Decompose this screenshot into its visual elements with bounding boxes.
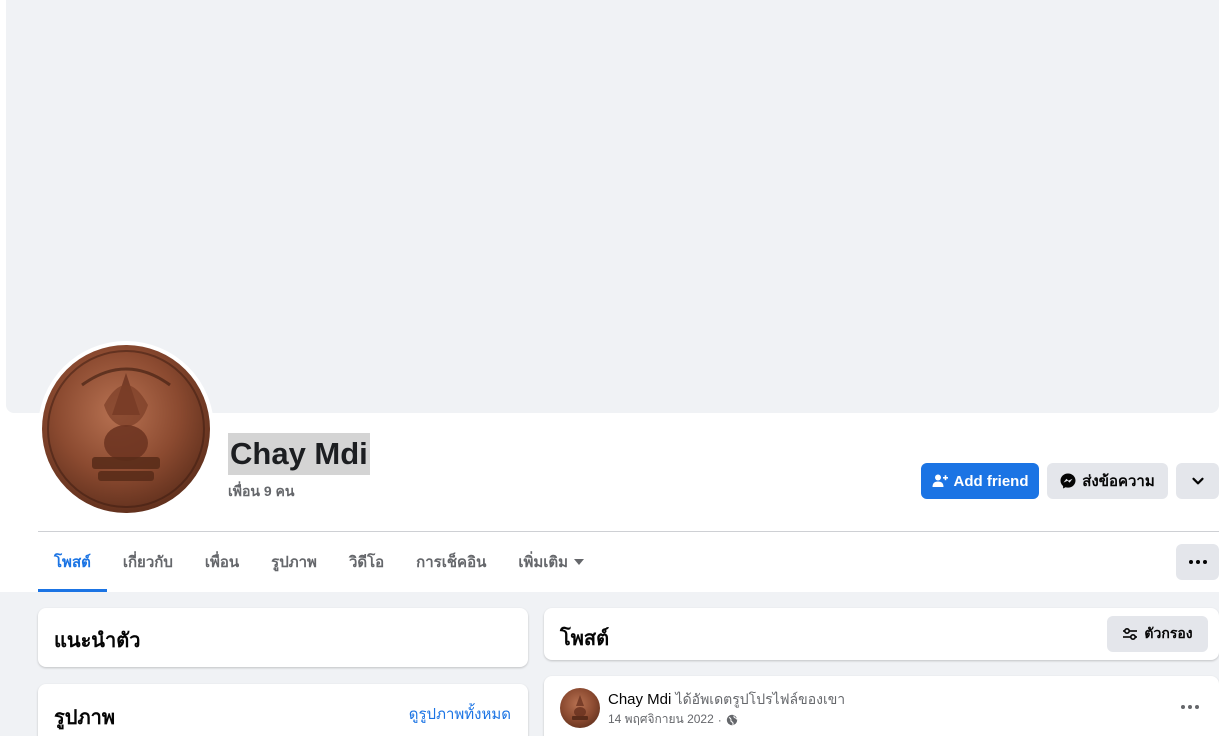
tab-friends[interactable]: เพื่อน xyxy=(189,532,255,592)
add-friend-icon xyxy=(932,474,948,487)
tab-label: เกี่ยวกับ xyxy=(122,554,173,571)
meta-separator: · xyxy=(717,712,722,727)
intro-card: แนะนำตัว xyxy=(38,608,528,667)
filter-icon xyxy=(1123,627,1138,641)
add-friend-button[interactable]: Add friend xyxy=(921,463,1039,499)
tab-about[interactable]: เกี่ยวกับ xyxy=(107,532,189,592)
more-dots-icon xyxy=(1181,705,1199,709)
tab-label: การเช็คอิน xyxy=(416,554,487,571)
posts-title: โพสต์ xyxy=(560,628,610,650)
post-header: Chay Mdi ได้อัพเดตรูปโปรไฟล์ของเขา xyxy=(608,689,845,711)
photos-card: รูปภาพ ดูรูปภาพทั้งหมด xyxy=(38,684,528,736)
tab-label: เพิ่มเติม xyxy=(518,554,569,571)
messenger-icon xyxy=(1060,473,1076,489)
friend-count[interactable]: เพื่อน 9 คน xyxy=(228,481,295,503)
post-meta: 14 พฤศจิกายน 2022 · xyxy=(608,710,738,729)
post-date[interactable]: 14 พฤศจิกายน 2022 xyxy=(608,710,714,729)
tab-label: เพื่อน xyxy=(204,554,240,571)
add-friend-label: Add friend xyxy=(953,472,1029,490)
tab-label: วิดีโอ xyxy=(348,554,385,571)
message-label: ส่งข้อความ xyxy=(1082,473,1155,490)
post-author-name[interactable]: Chay Mdi xyxy=(608,691,671,708)
profile-options-button[interactable] xyxy=(1176,463,1219,499)
tab-posts[interactable]: โพสต์ xyxy=(38,532,107,592)
tab-videos[interactable]: วิดีโอ xyxy=(333,532,400,592)
amulet-image xyxy=(47,350,205,508)
tab-photos[interactable]: รูปภาพ xyxy=(255,532,333,592)
post-author-avatar[interactable] xyxy=(560,688,600,728)
message-button[interactable]: ส่งข้อความ xyxy=(1047,463,1168,499)
profile-name: Chay Mdi xyxy=(228,433,370,475)
chevron-down-icon xyxy=(1191,477,1204,485)
intro-title: แนะนำตัว xyxy=(54,630,141,652)
more-dots-icon xyxy=(1188,560,1207,564)
tab-more[interactable]: เพิ่มเติม xyxy=(502,532,600,592)
see-all-photos-link[interactable]: ดูรูปภาพทั้งหมด xyxy=(409,702,511,726)
cover-photo[interactable] xyxy=(6,0,1219,413)
tab-label: รูปภาพ xyxy=(271,554,317,571)
tabs-more-button[interactable] xyxy=(1176,544,1219,580)
tab-checkins[interactable]: การเช็คอิน xyxy=(400,532,502,592)
tab-label: โพสต์ xyxy=(54,554,91,571)
profile-tabs: โพสต์ เกี่ยวกับ เพื่อน รูปภาพ วิดีโอ การ… xyxy=(38,532,600,592)
post-options-button[interactable] xyxy=(1178,699,1202,715)
profile-avatar[interactable] xyxy=(42,345,210,513)
photos-title: รูปภาพ xyxy=(54,707,116,729)
post-action-text: ได้อัพเดตรูปโปรไฟล์ของเขา xyxy=(675,691,846,707)
filter-label: ตัวกรอง xyxy=(1144,625,1193,641)
posts-header-card: โพสต์ ตัวกรอง xyxy=(544,608,1219,660)
amulet-thumbnail xyxy=(572,695,588,720)
filter-button[interactable]: ตัวกรอง xyxy=(1107,616,1208,652)
caret-down-icon xyxy=(574,559,585,565)
globe-icon xyxy=(726,714,738,725)
